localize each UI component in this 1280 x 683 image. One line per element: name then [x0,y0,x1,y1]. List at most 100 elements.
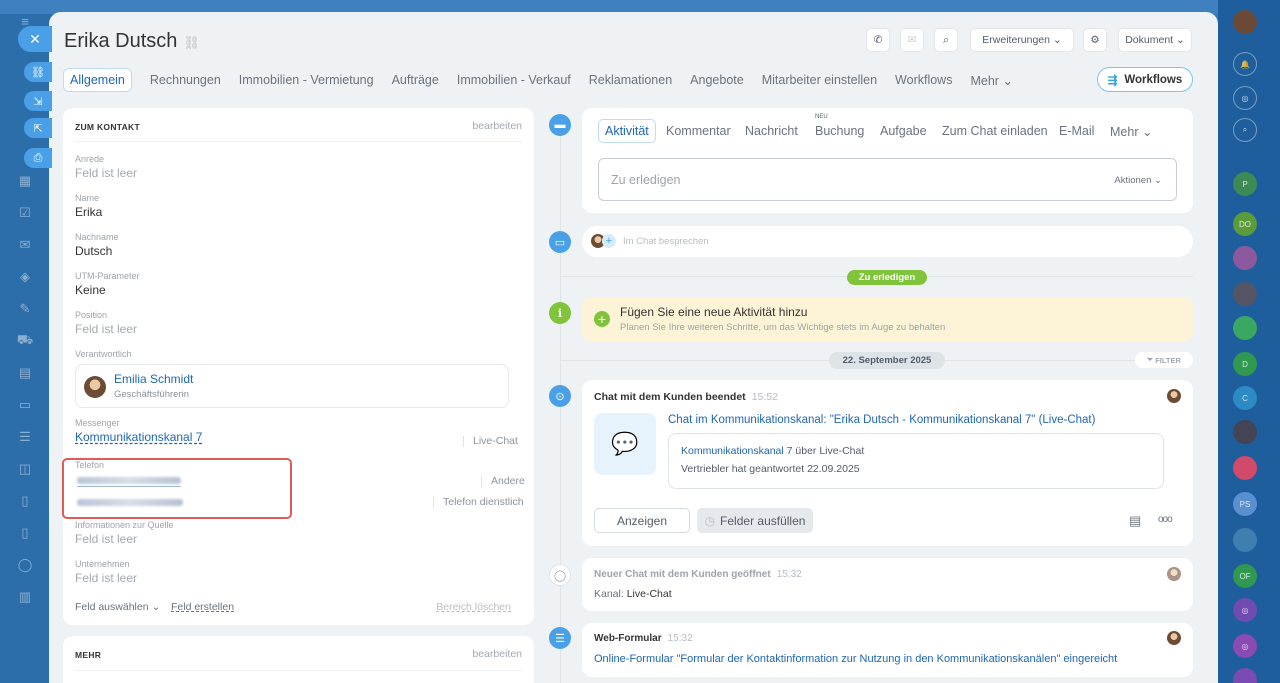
web-form-link[interactable]: Online-Formular "Formular der Kontaktinf… [594,653,1117,665]
diamond-icon[interactable]: ◈ [16,268,34,286]
show-button[interactable]: Anzeigen [594,508,690,533]
tab-more[interactable]: Mehr ⌄ [970,73,1012,88]
storage-icon[interactable]: ◫ [16,460,34,478]
cart-icon[interactable]: ⛟ [16,332,34,350]
monitor-icon[interactable]: ▭ [16,396,34,414]
edit-link[interactable]: bearbeiten [472,648,522,660]
delete-section-link[interactable]: Bereich löschen [436,601,511,613]
chat-avatar-14[interactable]: ◎ [1233,634,1257,658]
add-user-icon[interactable]: + [602,234,616,248]
chat-avatar-5[interactable] [1233,316,1257,340]
main-tabs: Allgemein Rechnungen Immobilien - Vermie… [63,67,1031,93]
settings-icon[interactable]: ⚙ [1084,29,1106,51]
contact-card: ZUM KONTAKT bearbeiten Anrede Feld ist le… [63,108,534,625]
contact-detail-panel: Erika Dutsch ⛓ ✆ ✉ ⌕ Erweiterungen ⌄ ⚙ Do… [49,12,1218,683]
tab-message[interactable]: Nachricht [745,124,798,138]
tab-reklamationen[interactable]: Reklamationen [589,73,672,87]
call-icon[interactable]: ✆ [867,29,889,51]
select-field-link[interactable]: Feld auswählen ⌄ [75,601,160,613]
fill-fields-button[interactable]: ◷ Felder ausfüllen [697,508,813,533]
tab-comment[interactable]: Kommentar [666,124,731,138]
tab-angebote[interactable]: Angebote [690,73,744,87]
chat-avatar-p[interactable]: P [1233,172,1257,196]
circle-icon[interactable]: ◯ [16,556,34,574]
copy-link-tab-icon[interactable]: ⛓ [24,62,52,82]
actions-dropdown[interactable]: Aktionen ⌄ [1114,175,1162,186]
close-slider-button[interactable]: ✕ [18,26,52,52]
chat-avatar-4[interactable] [1233,282,1257,306]
checkbox-icon[interactable]: ☑ [16,204,34,222]
tab-task[interactable]: Aufgabe [880,124,927,138]
tab-more-activity[interactable]: Mehr ⌄ [1110,124,1152,139]
more-actions-icon[interactable]: ooo [1158,514,1173,525]
divider [75,670,522,671]
field-source[interactable]: Informationen zur Quelle Feld ist leer [75,520,174,546]
channel-line: Kanal: Live-Chat [594,588,672,600]
chat-discuss-input[interactable]: + Im Chat besprechen [582,226,1193,257]
extensions-button[interactable]: Erweiterungen ⌄ [971,29,1073,51]
board-icon[interactable]: ▦ [16,172,34,190]
tab-workflows[interactable]: Workflows [895,73,952,87]
edit-link[interactable]: bearbeiten [472,120,522,132]
create-field-link[interactable]: Feld erstellen [171,601,234,613]
chat-avatar-d[interactable]: D [1233,352,1257,376]
tab-activity[interactable]: Aktivität [598,119,656,143]
responsible-name[interactable]: Emilia Schmidt [114,372,193,386]
timeline-item-web-form: Web-Formular 15:32 Online-Formular "Formu… [582,623,1193,677]
chat-channel-link[interactable]: Chat im Kommunikationskanal: "Erika Duts… [668,414,1095,426]
tab-rechnungen[interactable]: Rechnungen [150,73,221,87]
field-company[interactable]: Unternehmen Feld ist leer [75,559,137,585]
tab-mitarbeiter[interactable]: Mitarbeiter einstellen [762,73,877,87]
filter-button[interactable]: ⏷ FILTER [1135,352,1193,368]
field-messenger[interactable]: Messenger Kommunikationskanal 7 [75,418,202,444]
document-button[interactable]: Dokument ⌄ [1119,29,1191,51]
calendar-icon[interactable]: ▤ [16,364,34,382]
add-icon[interactable]: + [594,311,610,327]
chat-avatar-13[interactable]: ◎ [1233,598,1257,622]
tab-invite-chat[interactable]: Zum Chat einladen [942,124,1048,138]
chat-avatar-of[interactable]: OF [1233,564,1257,588]
chat-avatar-8[interactable] [1233,420,1257,444]
field-position[interactable]: Position Feld ist leer [75,310,137,336]
chat-avatar-do[interactable]: DO [1233,212,1257,236]
filter-icon[interactable]: ☰ [16,428,34,446]
grid-icon[interactable]: ▥ [16,588,34,606]
link-icon[interactable]: ⛓ [183,35,200,50]
todo-placeholder: Zu erledigen [611,173,681,187]
todo-input[interactable]: Zu erledigen Aktionen ⌄ [598,158,1177,201]
mail-icon[interactable]: ✉ [16,236,34,254]
field-lastname[interactable]: Nachname Dutsch [75,232,119,258]
chat-avatar-ps[interactable]: PS [1233,492,1257,516]
tab-allgemein[interactable]: Allgemein [63,68,132,92]
open-new-window-icon[interactable]: ⇱ [24,118,52,138]
responsible-person[interactable]: Emilia Schmidt Geschäftsführerin [75,364,509,408]
search-chat-icon[interactable]: ⌕ [1233,118,1257,142]
field-salutation[interactable]: Anrede Feld ist leer [75,154,137,180]
tab-booking[interactable]: Buchung [815,124,864,138]
chat-avatar-3[interactable] [1233,246,1257,270]
file-icon[interactable]: ▯ [16,492,34,510]
field-name[interactable]: Name Erika [75,193,102,219]
item-title: Web-Formular 15:32 [594,633,693,644]
field-utm[interactable]: UTM-Parameter Keine [75,271,140,297]
hint-subtitle: Planen Sie Ihre weiteren Schritte, um da… [620,322,946,333]
print-icon[interactable]: ⎙ [24,148,52,168]
bell-icon[interactable]: 🔔 [1233,52,1257,76]
chat-avatar-c[interactable]: C [1233,386,1257,410]
note-icon[interactable]: ▤ [1129,513,1141,529]
chat-icon[interactable]: ⌕ [935,29,957,51]
user-avatar[interactable] [1233,10,1257,34]
copilot-icon[interactable]: ◎ [1233,86,1257,110]
workflows-button[interactable]: ⇶ Workflows [1097,67,1193,92]
tab-immobilien-vermietung[interactable]: Immobilien - Vermietung [239,73,374,87]
tab-auftraege[interactable]: Aufträge [392,73,439,87]
tab-immobilien-verkauf[interactable]: Immobilien - Verkauf [457,73,571,87]
chat-summary-box: Kommunikationskanal 7 über Live-Chat Ver… [668,433,1164,489]
pen-icon[interactable]: ✎ [16,300,34,318]
email-icon[interactable]: ✉ [901,29,923,51]
doc-icon[interactable]: ▯ [16,524,34,542]
tab-email[interactable]: E-Mail [1059,124,1094,138]
chat-avatar-9[interactable] [1233,456,1257,480]
minimize-tab-icon[interactable]: ⇲ [24,91,52,111]
chat-avatar-11[interactable] [1233,528,1257,552]
